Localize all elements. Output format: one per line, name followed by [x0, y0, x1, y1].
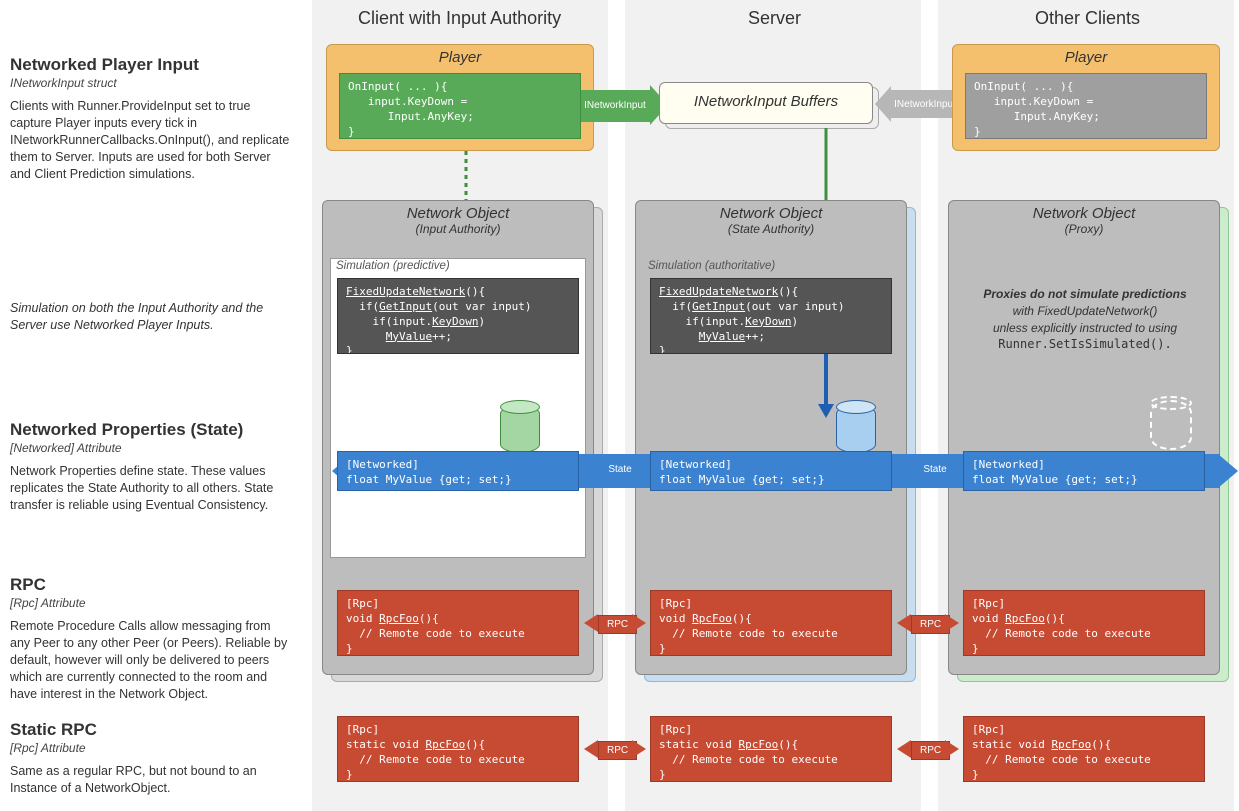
card-title: Player: [327, 45, 593, 68]
header-other: Other Clients: [1035, 8, 1140, 29]
proxy-note: Proxies do not simulate predictions with…: [970, 286, 1200, 353]
card-title: Player: [953, 45, 1219, 68]
rpc-arrow-l-icon: [584, 614, 598, 632]
cylinder-top-icon: [500, 400, 540, 414]
card-subtitle: (State Authority): [636, 222, 906, 240]
rpc-arrow-l-icon: [897, 740, 911, 758]
code-staticrpc-client: [Rpc] static void RpcFoo(){ // Remote co…: [337, 716, 579, 782]
proxy-line: Runner.SetIsSimulated().: [970, 336, 1200, 353]
cylinder-top-icon: [836, 400, 876, 414]
inetworkinput-buffers: INetworkInput Buffers: [659, 82, 873, 124]
side-title: RPC: [10, 575, 290, 595]
side-sub: INetworkInput struct: [10, 76, 290, 90]
card-title: Network Object: [636, 201, 906, 224]
code-networked-other: [Networked] float MyValue {get; set;}: [963, 451, 1205, 491]
sim-label-server: Simulation (authoritative): [648, 260, 775, 272]
side-static-rpc: Static RPC [Rpc] Attribute Same as a reg…: [10, 720, 290, 797]
arrow-label: INetworkInput: [892, 99, 958, 110]
code-oninput-client: OnInput( ... ){ input.KeyDown = Input.An…: [339, 73, 581, 139]
rpc-arrow-l-icon: [897, 614, 911, 632]
sim-label-client: Simulation (predictive): [336, 260, 450, 272]
code-rpc-client: [Rpc] void RpcFoo(){ // Remote code to e…: [337, 590, 579, 656]
card-title: Network Object: [323, 201, 593, 224]
cylinder-top-dashed-icon: [1150, 396, 1192, 410]
code-rpc-server: [Rpc] void RpcFoo(){ // Remote code to e…: [650, 590, 892, 656]
side-title: Static RPC: [10, 720, 290, 740]
side-title: Networked Player Input: [10, 55, 290, 75]
rpc-arrow-r-icon: [945, 614, 959, 632]
header-server: Server: [748, 8, 801, 29]
code-oninput-other: OnInput( ... ){ input.KeyDown = Input.An…: [965, 73, 1207, 139]
rpc-arrow-r-icon: [632, 614, 646, 632]
code-fixed-server: FixedUpdateNetwork(){ if(GetInput(out va…: [650, 278, 892, 354]
side-sim-note: Simulation on both the Input Authority a…: [10, 300, 290, 334]
arrow-label: INetworkInput: [582, 100, 648, 111]
proxy-line: with FixedUpdateNetwork(): [970, 303, 1200, 320]
side-sub: [Networked] Attribute: [10, 441, 290, 455]
side-networked-input: Networked Player Input INetworkInput str…: [10, 55, 290, 182]
state-arrow-head-icon: [1218, 454, 1238, 488]
card-subtitle: (Input Authority): [323, 222, 593, 240]
code-networked-server: [Networked] float MyValue {get; set;}: [650, 451, 892, 491]
arrow-head-icon: [875, 86, 891, 122]
code-staticrpc-server: [Rpc] static void RpcFoo(){ // Remote co…: [650, 716, 892, 782]
rpc-arrow-r-icon: [632, 740, 646, 758]
diagram-root: Client with Input Authority Server Other…: [0, 0, 1239, 811]
side-body: Network Properties define state. These v…: [10, 463, 290, 514]
side-sub: [Rpc] Attribute: [10, 741, 290, 755]
code-networked-client: [Networked] float MyValue {get; set;}: [337, 451, 579, 491]
code-fixed-client: FixedUpdateNetwork(){ if(GetInput(out va…: [337, 278, 579, 354]
proxy-line: unless explicitly instructed to using: [970, 320, 1200, 337]
card-subtitle: (Proxy): [949, 222, 1219, 240]
header-client: Client with Input Authority: [358, 8, 561, 29]
code-staticrpc-other: [Rpc] static void RpcFoo(){ // Remote co…: [963, 716, 1205, 782]
side-rpc: RPC [Rpc] Attribute Remote Procedure Cal…: [10, 575, 290, 702]
code-rpc-other: [Rpc] void RpcFoo(){ // Remote code to e…: [963, 590, 1205, 656]
side-networked-props: Networked Properties (State) [Networked]…: [10, 420, 290, 514]
rpc-arrow-r-icon: [945, 740, 959, 758]
card-title: Network Object: [949, 201, 1219, 224]
side-body: Same as a regular RPC, but not bound to …: [10, 763, 290, 797]
state-label-2: State: [915, 464, 955, 475]
state-label-1: State: [600, 464, 640, 475]
buffer-label: INetworkInput Buffers: [694, 93, 838, 110]
side-body: Clients with Runner.ProvideInput set to …: [10, 98, 290, 182]
side-sub: [Rpc] Attribute: [10, 596, 290, 610]
rpc-arrow-l-icon: [584, 740, 598, 758]
side-body: Remote Procedure Calls allow messaging f…: [10, 618, 290, 702]
proxy-line: Proxies do not simulate predictions: [983, 287, 1186, 301]
side-body: Simulation on both the Input Authority a…: [10, 300, 290, 334]
side-title: Networked Properties (State): [10, 420, 290, 440]
